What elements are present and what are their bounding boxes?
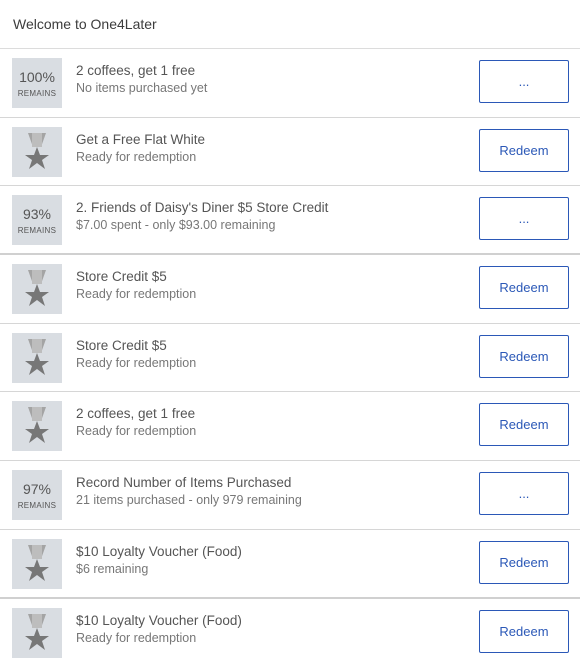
redeem-button[interactable]: Redeem [479,609,569,653]
reward-subtitle: Ready for redemption [76,424,197,439]
progress-percent: 97% [22,480,52,497]
redeem-button[interactable]: Redeem [479,266,569,310]
reward-row[interactable]: Store Credit $5 Ready for redemption Red… [0,255,580,324]
reward-subtitle: 21 items purchased - only 979 remaining [76,493,302,508]
medal-icon [12,332,62,383]
page-title: Welcome to One4Later [13,16,157,32]
reward-subtitle: $6 remaining [76,561,149,576]
progress-badge: 100% REMAINS [12,58,62,108]
medal-icon [12,538,62,589]
remains-label: REMAINS [17,500,57,510]
reward-title: 2. Friends of Daisy's Diner $5 Store Cre… [76,200,329,216]
redeem-button[interactable]: Redeem [479,540,569,584]
reward-row[interactable]: Get a Free Flat White Ready for redempti… [0,118,580,187]
progress-percent: 93% [22,205,52,222]
reward-subtitle: Ready for redemption [76,149,197,164]
remains-label: REMAINS [17,88,57,98]
reward-subtitle: Ready for redemption [76,630,197,645]
rewards-list: 100% REMAINS 2 coffees, get 1 free No it… [0,49,580,665]
reward-row[interactable]: 100% REMAINS 2 coffees, get 1 free No it… [0,49,580,118]
medal-icon [12,264,62,315]
redeem-button[interactable]: Redeem [479,334,569,378]
reward-row[interactable]: $10 Loyalty Voucher (Food) Ready for red… [0,599,580,665]
reward-title: Record Number of Items Purchased [76,475,292,491]
reward-title: Store Credit $5 [76,269,167,285]
more-button[interactable]: ... [479,472,569,516]
redeem-button[interactable]: Redeem [479,128,569,172]
remains-label: REMAINS [17,225,57,235]
progress-badge: 93% REMAINS [12,195,62,246]
more-button[interactable]: ... [479,197,569,241]
reward-row[interactable]: 2 coffees, get 1 free Ready for redempti… [0,392,580,462]
reward-title: Store Credit $5 [76,337,167,353]
reward-title: 2 coffees, get 1 free [76,63,196,78]
reward-title: $10 Loyalty Voucher (Food) [76,612,242,628]
reward-title: Get a Free Flat White [76,131,206,147]
reward-row[interactable]: Store Credit $5 Ready for redemption Red… [0,324,580,393]
medal-icon [12,126,62,177]
medal-icon [12,607,62,658]
more-button[interactable]: ... [479,60,569,103]
reward-row[interactable]: $10 Loyalty Voucher (Food) $6 remaining … [0,530,580,599]
progress-badge: 97% REMAINS [12,470,62,521]
reward-subtitle: $7.00 spent - only $93.00 remaining [76,218,276,233]
reward-subtitle: No items purchased yet [76,81,208,95]
medal-icon [12,401,62,452]
page-header: Welcome to One4Later [0,0,580,49]
reward-row[interactable]: 97% REMAINS Record Number of Items Purch… [0,461,580,530]
progress-percent: 100% [19,68,55,85]
reward-subtitle: Ready for redemption [76,287,197,302]
reward-title: 2 coffees, get 1 free [76,406,196,422]
redeem-button[interactable]: Redeem [479,403,569,447]
reward-row[interactable]: 93% REMAINS 2. Friends of Daisy's Diner … [0,186,580,256]
reward-subtitle: Ready for redemption [76,355,197,370]
reward-title: $10 Loyalty Voucher (Food) [76,543,242,559]
